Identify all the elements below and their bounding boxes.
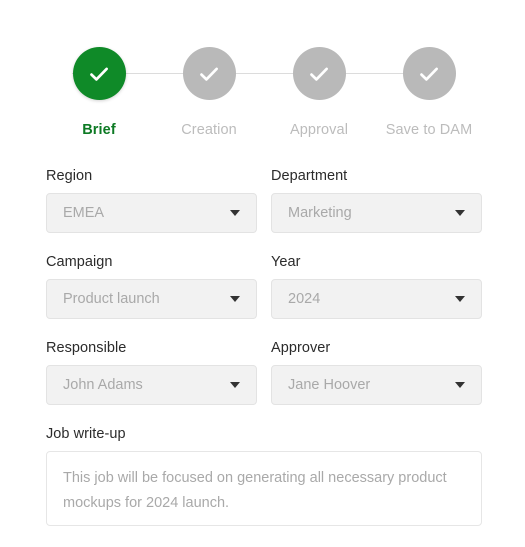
- form-row-job-writeup: Job write-up This job will be focused on…: [46, 426, 482, 526]
- form-row-region-department: Region EMEA Department Marketing: [46, 168, 482, 233]
- stepper-step-save-to-dam[interactable]: Save to DAM: [376, 47, 482, 138]
- field-job-writeup: Job write-up This job will be focused on…: [46, 426, 482, 526]
- stepper-step-save-to-dam-label: Save to DAM: [385, 122, 473, 138]
- field-approver: Approver Jane Hoover: [271, 340, 482, 405]
- workflow-stepper: Brief Creation Approval Save to DAM: [46, 47, 482, 147]
- stepper-step-save-to-dam-circle[interactable]: [402, 47, 456, 100]
- chevron-down-icon: [455, 296, 465, 302]
- responsible-select-value: John Adams: [63, 377, 143, 393]
- stepper-step-creation[interactable]: Creation: [156, 47, 262, 138]
- field-department-label: Department: [271, 168, 348, 184]
- stepper-step-brief-label: Brief: [82, 122, 116, 138]
- stepper-step-approval[interactable]: Approval: [266, 47, 372, 138]
- region-select-value: EMEA: [63, 205, 105, 221]
- stepper-steps: Brief Creation Approval Save to DAM: [46, 47, 482, 138]
- stepper-step-brief[interactable]: Brief: [46, 47, 152, 138]
- approver-select-value: Jane Hoover: [288, 377, 371, 393]
- campaign-select[interactable]: Product launch: [46, 279, 257, 319]
- field-campaign-label: Campaign: [46, 254, 113, 270]
- check-icon: [305, 60, 333, 88]
- stepper-step-approval-circle[interactable]: [292, 47, 346, 100]
- field-campaign: Campaign Product launch: [46, 254, 257, 319]
- field-region-label: Region: [46, 168, 93, 184]
- job-writeup-textarea[interactable]: This job will be focused on generating a…: [46, 451, 482, 526]
- year-select[interactable]: 2024: [271, 279, 482, 319]
- job-writeup-text: This job will be focused on generating a…: [63, 470, 447, 511]
- check-icon: [85, 60, 113, 88]
- check-icon: [195, 60, 223, 88]
- field-department: Department Marketing: [271, 168, 482, 233]
- chevron-down-icon: [455, 382, 465, 388]
- brief-form: Region EMEA Department Marketing Campaig…: [46, 168, 482, 547]
- department-select-value: Marketing: [288, 205, 352, 221]
- approver-select[interactable]: Jane Hoover: [271, 365, 482, 405]
- chevron-down-icon: [230, 382, 240, 388]
- stepper-step-creation-circle[interactable]: [182, 47, 236, 100]
- region-select[interactable]: EMEA: [46, 193, 257, 233]
- chevron-down-icon: [230, 210, 240, 216]
- brief-form-page: Brief Creation Approval Save to DAM Regi…: [0, 0, 525, 526]
- field-region: Region EMEA: [46, 168, 257, 233]
- form-row-campaign-year: Campaign Product launch Year 2024: [46, 254, 482, 319]
- field-responsible: Responsible John Adams: [46, 340, 257, 405]
- stepper-step-approval-label: Approval: [289, 122, 349, 138]
- stepper-step-creation-label: Creation: [181, 122, 237, 138]
- campaign-select-value: Product launch: [63, 291, 160, 307]
- field-job-writeup-label: Job write-up: [46, 426, 126, 442]
- field-responsible-label: Responsible: [46, 340, 127, 356]
- department-select[interactable]: Marketing: [271, 193, 482, 233]
- chevron-down-icon: [230, 296, 240, 302]
- form-row-responsible-approver: Responsible John Adams Approver Jane Hoo…: [46, 340, 482, 405]
- check-icon: [415, 60, 443, 88]
- field-year: Year 2024: [271, 254, 482, 319]
- responsible-select[interactable]: John Adams: [46, 365, 257, 405]
- stepper-step-brief-circle[interactable]: [72, 47, 126, 100]
- field-approver-label: Approver: [271, 340, 331, 356]
- field-year-label: Year: [271, 254, 301, 270]
- year-select-value: 2024: [288, 291, 321, 307]
- chevron-down-icon: [455, 210, 465, 216]
